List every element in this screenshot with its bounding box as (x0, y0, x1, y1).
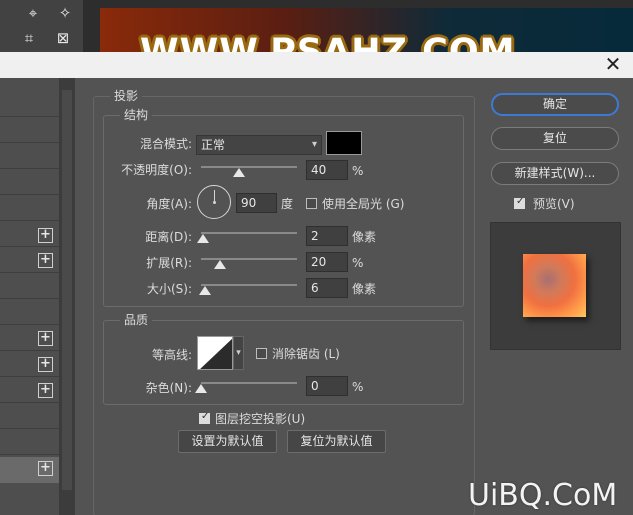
size-input[interactable]: 6 (306, 278, 348, 298)
list-item[interactable] (0, 300, 59, 325)
list-item[interactable] (0, 118, 59, 143)
tools-panel: ⌖ ✧ ⌗ ⊠ (0, 0, 83, 52)
list-item[interactable] (0, 274, 59, 299)
contour-picker[interactable] (197, 336, 233, 370)
noise-label: 杂色(N): (145, 381, 192, 395)
size-unit: 像素 (352, 282, 377, 296)
distance-unit: 像素 (352, 230, 377, 244)
magic-wand-icon[interactable]: ✧ (54, 4, 76, 22)
chevron-down-icon: ▾ (311, 139, 317, 150)
spread-slider-thumb[interactable] (214, 260, 227, 269)
crop-icon[interactable]: ⌗ (18, 29, 40, 47)
anti-alias-checkbox[interactable] (256, 348, 267, 359)
opacity-slider-track[interactable] (201, 166, 297, 168)
new-style-button[interactable]: 新建样式(W)... (491, 162, 619, 185)
structure-title: 结构 (120, 107, 153, 123)
reset-default-button[interactable]: 复位为默认值 (287, 430, 386, 453)
preview-thumbnail (523, 254, 586, 317)
list-scrollbar-thumb[interactable] (62, 90, 72, 490)
chevron-down-icon: ▾ (236, 348, 241, 358)
dialog-titlebar: ✕ (0, 52, 633, 78)
distance-slider-thumb[interactable] (196, 234, 209, 243)
watermark-bottom: UiBQ.CoM (468, 478, 618, 513)
ok-button[interactable]: 确定 (491, 93, 619, 116)
noise-unit: % (352, 380, 364, 394)
distance-input[interactable]: 2 (306, 226, 348, 246)
add-effect-icon[interactable]: + (38, 331, 53, 346)
frame-icon[interactable]: ⊠ (52, 29, 74, 47)
size-slider-track[interactable] (201, 284, 297, 286)
styles-list (0, 78, 59, 515)
knockout-label: 图层挖空投影(U) (215, 412, 306, 426)
check-icon: ✓ (201, 411, 210, 422)
set-default-button[interactable]: 设置为默认值 (178, 430, 277, 453)
list-item[interactable] (0, 170, 59, 195)
add-effect-icon[interactable]: + (38, 383, 53, 398)
noise-slider-thumb[interactable] (195, 384, 207, 393)
opacity-slider-thumb[interactable] (233, 168, 246, 177)
list-item[interactable] (0, 430, 59, 455)
angle-input[interactable]: 90 (236, 193, 277, 213)
section-title: 投影 (110, 88, 143, 104)
distance-slider-track[interactable] (201, 232, 297, 234)
blend-mode-label: 混合模式: (139, 137, 192, 151)
list-item[interactable] (0, 92, 59, 117)
distance-label: 距离(D): (145, 230, 192, 244)
quality-title: 品质 (120, 312, 153, 328)
opacity-unit: % (352, 164, 364, 178)
blend-mode-value: 正常 (201, 138, 226, 152)
reset-button[interactable]: 复位 (491, 127, 619, 150)
add-effect-icon[interactable]: + (38, 461, 53, 476)
knockout-checkbox[interactable]: ✓ (199, 411, 210, 424)
list-item[interactable] (0, 144, 59, 169)
contour-label: 等高线: (151, 348, 192, 362)
spread-unit: % (352, 256, 364, 270)
angle-center-dot (213, 201, 216, 204)
opacity-input[interactable]: 40 (306, 160, 348, 180)
shadow-color-swatch[interactable] (326, 131, 362, 155)
list-item[interactable] (0, 196, 59, 221)
contour-curve-icon (200, 338, 232, 369)
size-label: 大小(S): (146, 282, 192, 296)
preview-checkbox[interactable]: ✓ (514, 196, 525, 209)
use-global-light-label: 使用全局光 (G) (322, 197, 405, 211)
slice-select-icon[interactable]: ⌖ (22, 4, 44, 22)
blend-mode-select[interactable]: 正常 ▾ (196, 135, 322, 155)
contour-dropdown[interactable]: ▾ (233, 336, 244, 370)
opacity-label: 不透明度(O): (121, 163, 192, 177)
add-effect-icon[interactable]: + (38, 228, 53, 243)
check-icon: ✓ (516, 196, 525, 207)
spread-label: 扩展(R): (146, 256, 192, 270)
anti-alias-label: 消除锯齿 (L) (272, 347, 340, 361)
angle-label: 角度(A): (146, 197, 192, 211)
use-global-light-checkbox[interactable] (306, 198, 317, 209)
spread-input[interactable]: 20 (306, 252, 348, 272)
angle-unit: 度 (281, 197, 294, 211)
preview-label: 预览(V) (533, 197, 575, 211)
add-effect-icon[interactable]: + (38, 253, 53, 268)
close-icon[interactable]: ✕ (603, 54, 623, 74)
noise-slider-track[interactable] (201, 382, 297, 384)
noise-input[interactable]: 0 (306, 376, 348, 396)
list-item[interactable] (0, 404, 59, 429)
add-effect-icon[interactable]: + (38, 357, 53, 372)
angle-dial[interactable] (197, 185, 231, 219)
size-slider-thumb[interactable] (198, 286, 211, 295)
